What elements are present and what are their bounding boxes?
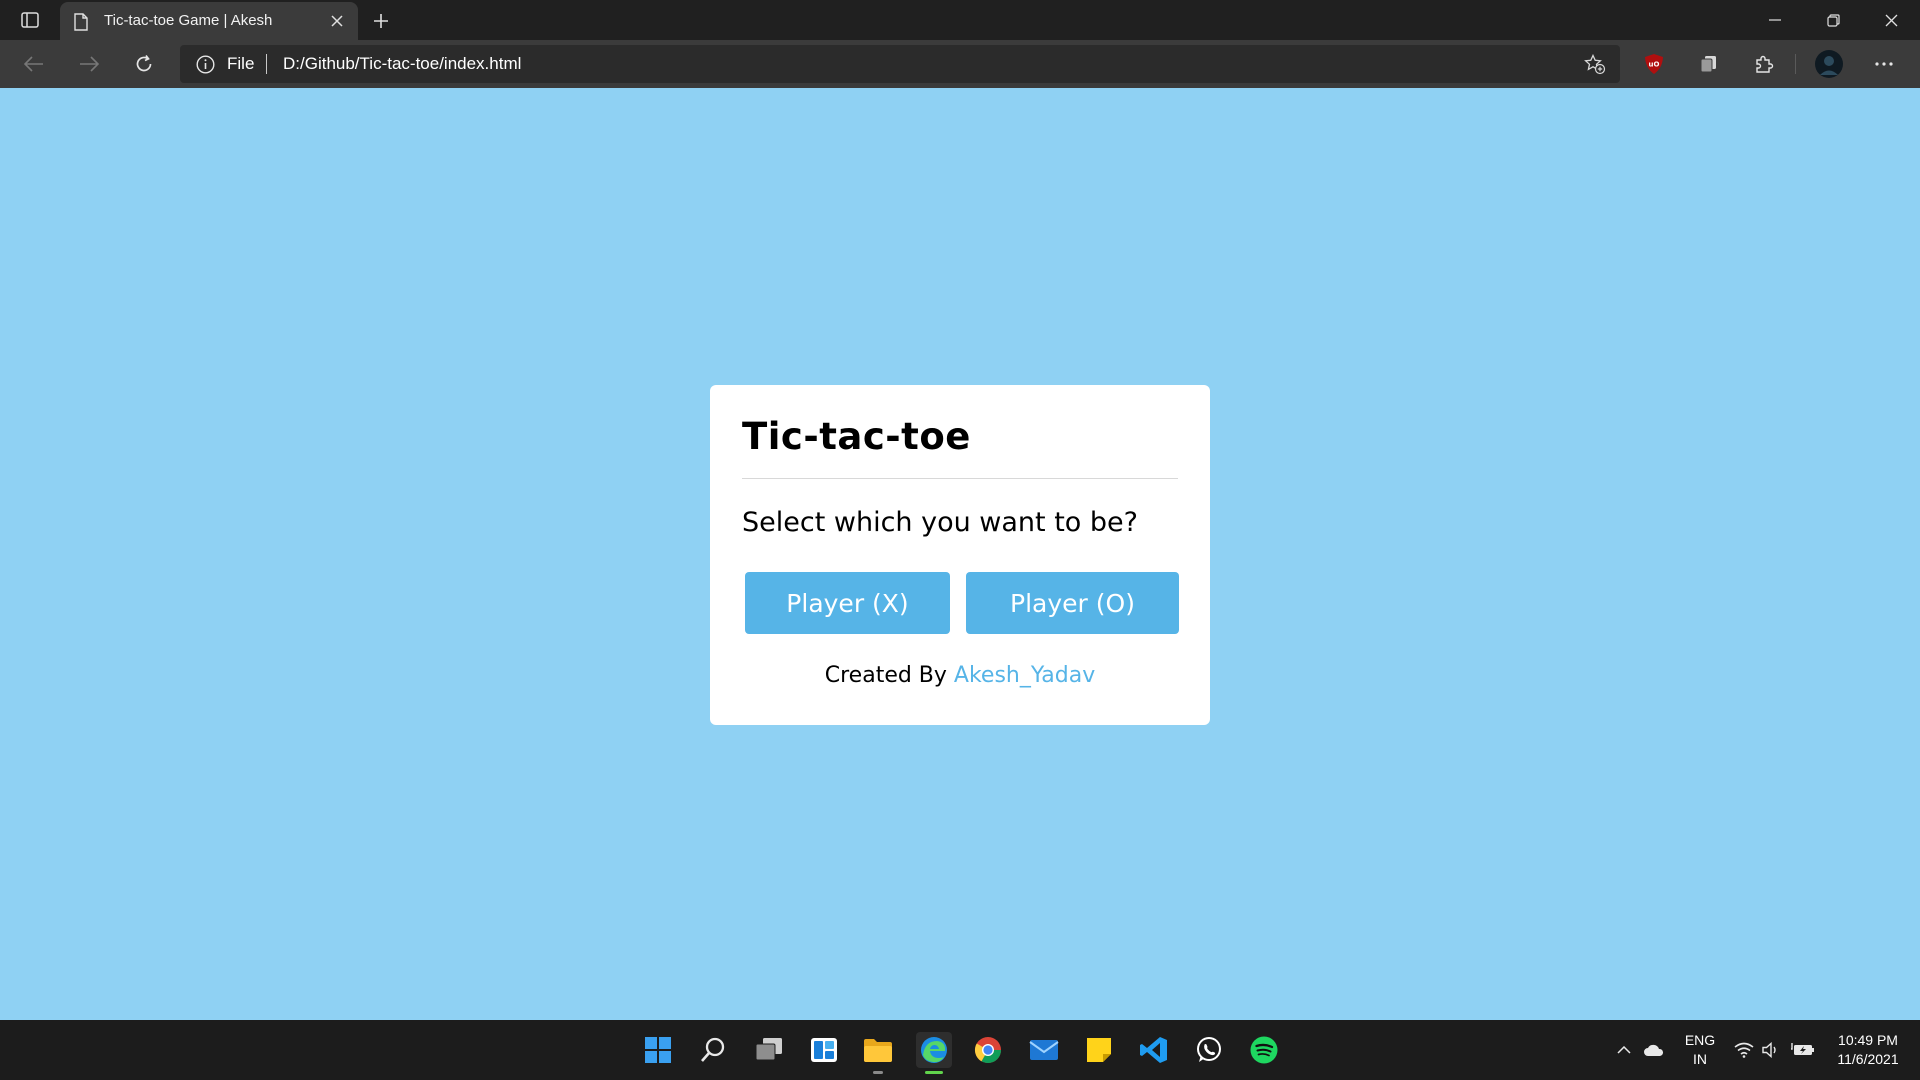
mail-icon bbox=[1029, 1040, 1059, 1060]
close-window-button[interactable] bbox=[1862, 0, 1920, 40]
show-hidden-icons-button[interactable] bbox=[1613, 1038, 1635, 1062]
svg-text:uO: uO bbox=[1649, 61, 1660, 69]
browser-tab-strip: Tic-tac-toe Game | Akesh bbox=[0, 0, 1920, 40]
forward-button[interactable] bbox=[71, 48, 107, 80]
ublock-shield-icon: uO bbox=[1645, 54, 1663, 74]
refresh-icon bbox=[136, 54, 152, 72]
back-button[interactable] bbox=[16, 48, 52, 80]
windows-taskbar: ENG IN 10:49 PM 11/6/2021 bbox=[0, 1020, 1920, 1080]
edge-button[interactable] bbox=[916, 1032, 952, 1074]
tab-actions-button[interactable] bbox=[14, 8, 46, 32]
chevron-up-icon bbox=[1617, 1046, 1631, 1054]
whatsapp-button[interactable] bbox=[1191, 1032, 1227, 1068]
vscode-button[interactable] bbox=[1136, 1032, 1172, 1068]
title-divider bbox=[742, 478, 1178, 479]
profile-button[interactable] bbox=[1813, 48, 1845, 80]
game-start-card: Tic-tac-toe Select which you want to be?… bbox=[710, 385, 1210, 725]
vscode-icon bbox=[1140, 1037, 1167, 1063]
protocol-label: File bbox=[227, 54, 255, 73]
network-button[interactable] bbox=[1733, 1038, 1755, 1062]
onedrive-button[interactable] bbox=[1641, 1038, 1667, 1062]
volume-button[interactable] bbox=[1760, 1038, 1782, 1062]
mail-button[interactable] bbox=[1026, 1032, 1062, 1068]
address-separator bbox=[266, 54, 267, 74]
spotify-button[interactable] bbox=[1246, 1032, 1282, 1068]
select-prompt: Select which you want to be? bbox=[742, 507, 1138, 538]
plus-icon bbox=[374, 14, 388, 28]
start-button[interactable] bbox=[640, 1032, 676, 1068]
spotify-icon bbox=[1250, 1036, 1278, 1064]
refresh-button[interactable] bbox=[126, 48, 162, 80]
sticky-notes-button[interactable] bbox=[1081, 1032, 1117, 1068]
battery-charging-icon bbox=[1791, 1043, 1814, 1055]
chrome-icon bbox=[974, 1037, 1002, 1064]
player-o-button[interactable]: Player (O) bbox=[966, 572, 1179, 634]
url-text[interactable]: D:/Github/Tic-tac-toe/index.html bbox=[283, 54, 521, 74]
close-icon bbox=[331, 15, 343, 27]
clock-time: 10:49 PM bbox=[1838, 1032, 1898, 1048]
search-button[interactable] bbox=[695, 1032, 731, 1068]
author-link[interactable]: Akesh_Yadav bbox=[954, 663, 1095, 688]
close-icon bbox=[1885, 14, 1897, 26]
restore-button[interactable] bbox=[1804, 0, 1862, 40]
page-document-icon bbox=[74, 13, 88, 31]
address-bar[interactable]: File D:/Github/Tic-tac-toe/index.html bbox=[180, 45, 1620, 83]
search-icon bbox=[701, 1037, 725, 1062]
page-title: Tic-tac-toe bbox=[742, 415, 971, 458]
arrow-left-icon bbox=[24, 56, 43, 72]
collections-button[interactable] bbox=[1696, 52, 1722, 76]
tab-title: Tic-tac-toe Game | Akesh bbox=[104, 12, 273, 29]
whatsapp-icon bbox=[1197, 1037, 1221, 1062]
clock[interactable]: 10:49 PM 11/6/2021 bbox=[1826, 1031, 1910, 1069]
language-code: ENG bbox=[1684, 1032, 1716, 1048]
ublock-extension-button[interactable]: uO bbox=[1641, 52, 1667, 76]
wifi-icon bbox=[1734, 1042, 1754, 1058]
widgets-icon bbox=[811, 1038, 837, 1062]
extensions-button[interactable] bbox=[1751, 52, 1777, 76]
chrome-button[interactable] bbox=[970, 1032, 1006, 1068]
browser-toolbar: File D:/Github/Tic-tac-toe/index.html uO bbox=[0, 40, 1920, 88]
avatar bbox=[1815, 50, 1843, 78]
toolbar-divider bbox=[1795, 54, 1796, 74]
collections-icon bbox=[1700, 56, 1716, 73]
task-view-button[interactable] bbox=[751, 1032, 787, 1068]
credit-prefix: Created By bbox=[824, 663, 954, 688]
edge-icon bbox=[921, 1037, 947, 1063]
restore-icon bbox=[1826, 13, 1840, 27]
clock-date: 11/6/2021 bbox=[1837, 1051, 1899, 1067]
task-view-icon bbox=[755, 1038, 782, 1061]
minimize-icon bbox=[1769, 19, 1781, 21]
settings-menu-button[interactable] bbox=[1871, 52, 1897, 76]
language-indicator[interactable]: ENG IN bbox=[1682, 1031, 1718, 1069]
info-icon[interactable] bbox=[196, 55, 215, 74]
running-indicator bbox=[873, 1071, 883, 1074]
more-options-icon bbox=[1875, 62, 1893, 66]
sticky-notes-icon bbox=[1087, 1038, 1111, 1062]
battery-button[interactable] bbox=[1790, 1038, 1816, 1062]
player-x-button[interactable]: Player (X) bbox=[745, 572, 950, 634]
file-explorer-icon bbox=[864, 1039, 892, 1062]
widgets-button[interactable] bbox=[806, 1032, 842, 1068]
active-indicator bbox=[925, 1071, 943, 1074]
region-code: IN bbox=[1693, 1051, 1707, 1067]
cloud-icon bbox=[1644, 1044, 1664, 1056]
credit-line: Created By Akesh_Yadav bbox=[710, 663, 1210, 688]
file-explorer-button[interactable] bbox=[860, 1032, 896, 1074]
start-icon bbox=[645, 1037, 671, 1063]
tab-close-button[interactable] bbox=[328, 12, 346, 30]
new-tab-button[interactable] bbox=[368, 8, 394, 34]
tab-actions-icon bbox=[21, 12, 39, 28]
puzzle-icon bbox=[1756, 55, 1774, 73]
arrow-right-icon bbox=[80, 56, 99, 72]
minimize-button[interactable] bbox=[1746, 0, 1804, 40]
add-favorite-icon[interactable] bbox=[1584, 54, 1606, 75]
active-tab[interactable]: Tic-tac-toe Game | Akesh bbox=[60, 2, 358, 40]
speaker-icon bbox=[1762, 1042, 1776, 1058]
